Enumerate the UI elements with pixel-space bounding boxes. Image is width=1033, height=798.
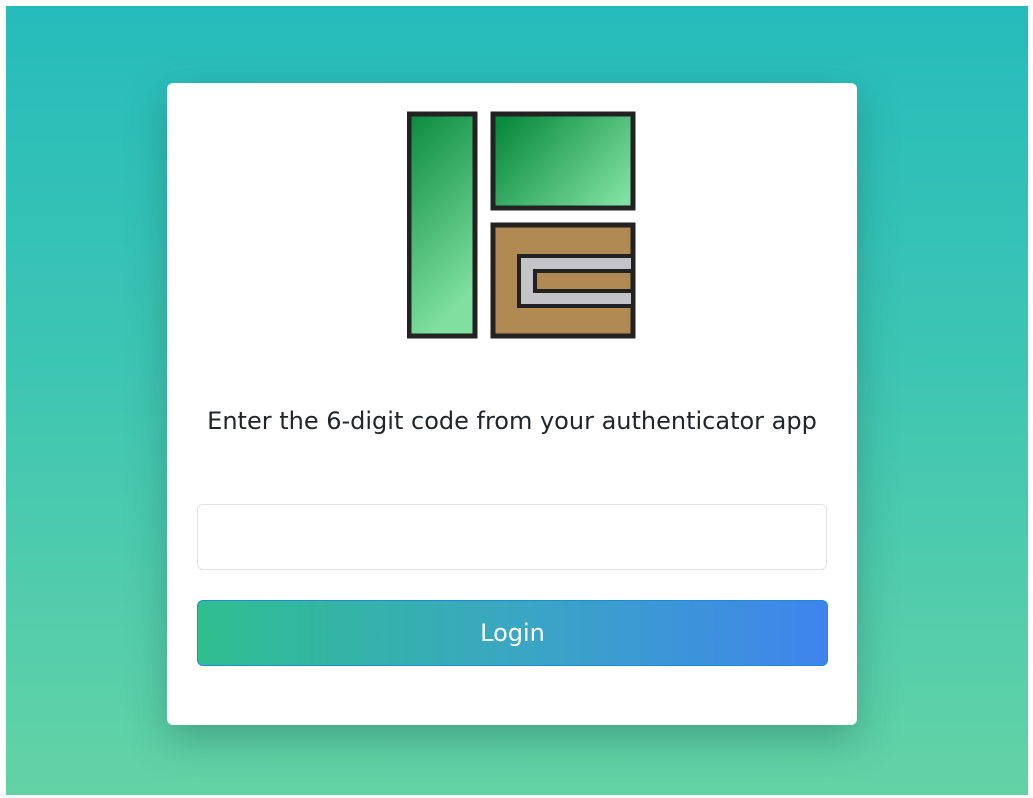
verification-code-input[interactable] — [197, 504, 827, 570]
login-button[interactable]: Login — [197, 600, 828, 666]
app-logo-icon — [407, 111, 637, 341]
instruction-text: Enter the 6-digit code from your authent… — [207, 407, 817, 435]
login-card: Enter the 6-digit code from your authent… — [167, 83, 857, 725]
page-background: Enter the 6-digit code from your authent… — [6, 6, 1028, 795]
